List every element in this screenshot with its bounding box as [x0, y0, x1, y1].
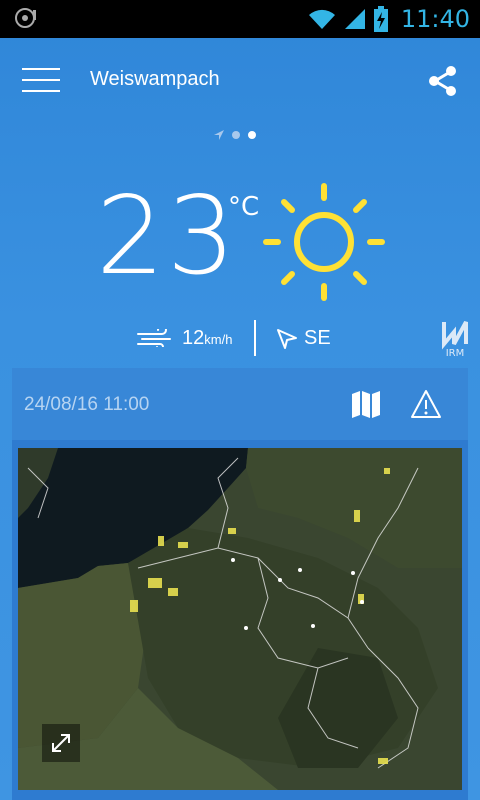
status-clock: 11:40 — [400, 5, 470, 33]
satellite-map-image — [18, 448, 462, 790]
radar-card-header: 24/08/16 11:00 — [12, 368, 468, 440]
wind-direction: SE — [304, 327, 331, 349]
irm-logo: IRM — [442, 321, 468, 358]
notification-icon — [15, 8, 36, 28]
expand-icon[interactable] — [42, 724, 80, 762]
wind-direction-arrow-icon — [277, 329, 297, 349]
city-title[interactable]: Weiswampach — [90, 68, 220, 91]
page-indicator — [214, 130, 256, 140]
page-dot-active[interactable] — [248, 131, 256, 139]
wind-info: 12km/h SE — [0, 318, 480, 358]
signal-icon — [344, 9, 365, 29]
sun-icon — [263, 183, 385, 301]
radar-timestamp: 24/08/16 11:00 — [24, 394, 150, 415]
temperature-value: 23 — [96, 174, 238, 299]
wind-speed-unit: km/h — [204, 332, 233, 347]
hamburger-menu-icon[interactable] — [22, 68, 62, 94]
expand-map-button[interactable] — [42, 724, 80, 762]
app-bar: Weiswampach — [0, 38, 480, 122]
radar-card: 24/08/16 11:00 — [12, 368, 468, 800]
warning-icon[interactable] — [410, 388, 442, 420]
status-bar: 11:40 — [0, 0, 480, 38]
wind-icon — [137, 329, 171, 347]
wind-speed: 12km/h — [182, 327, 232, 350]
divider — [254, 320, 256, 356]
map-icon[interactable] — [350, 388, 382, 420]
battery-charging-icon — [373, 6, 388, 32]
wind-speed-value: 12 — [182, 327, 205, 349]
page-dot[interactable] — [232, 131, 240, 139]
wifi-icon — [308, 9, 335, 29]
radar-map[interactable] — [18, 448, 462, 790]
share-icon[interactable] — [426, 64, 460, 98]
location-arrow-icon[interactable] — [214, 130, 224, 140]
temperature-unit: °C — [228, 192, 260, 222]
irm-logo-text: IRM — [446, 348, 465, 358]
